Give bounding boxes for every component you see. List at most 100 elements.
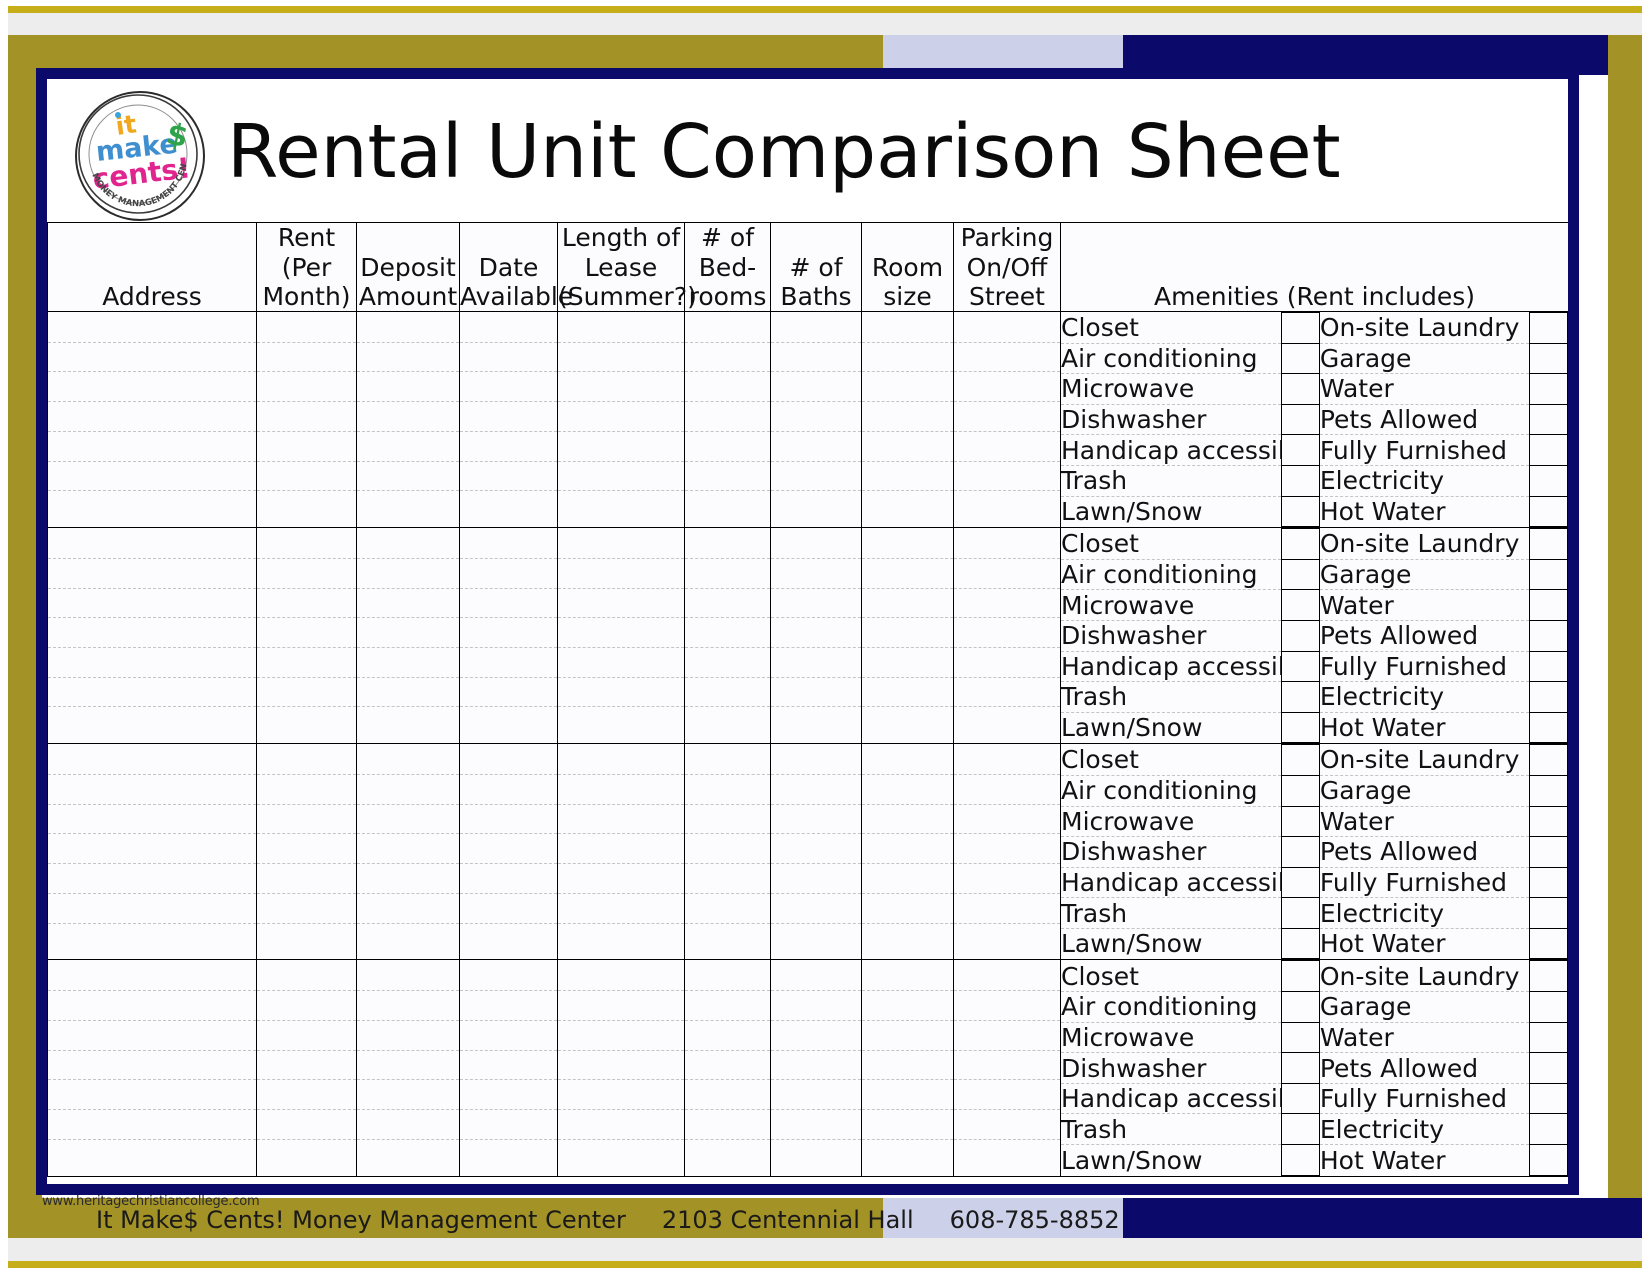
amenity-checkbox-left[interactable] <box>1282 1114 1320 1145</box>
amenity-checkbox-left[interactable] <box>1282 1022 1320 1053</box>
amenity-checkbox-left[interactable] <box>1282 898 1320 929</box>
amenity-checkbox-right[interactable] <box>1530 867 1568 898</box>
amenity-checkbox-right[interactable] <box>1530 806 1568 837</box>
cell-date-available[interactable] <box>460 960 558 1176</box>
amenity-checkbox-right[interactable] <box>1530 1083 1568 1114</box>
amenity-checkbox-left[interactable] <box>1282 559 1320 590</box>
amenity-checkbox-right[interactable] <box>1530 559 1568 590</box>
amenity-checkbox-right[interactable] <box>1530 529 1568 560</box>
cell-num-bedrooms[interactable] <box>685 312 771 528</box>
cell-rent-per-month[interactable] <box>257 312 357 528</box>
cell-address[interactable] <box>48 312 257 528</box>
cell-date-available[interactable] <box>460 744 558 960</box>
amenity-checkbox-left[interactable] <box>1282 806 1320 837</box>
cell-room-size[interactable] <box>862 744 954 960</box>
cell-address[interactable] <box>48 528 257 744</box>
cell-deposit-amount[interactable] <box>357 312 460 528</box>
cell-num-baths[interactable] <box>771 744 862 960</box>
amenity-row: DishwasherPets Allowed <box>1061 837 1568 868</box>
amenity-checkbox-left[interactable] <box>1282 496 1320 527</box>
amenity-checkbox-left[interactable] <box>1282 961 1320 992</box>
amenity-checkbox-right[interactable] <box>1530 374 1568 405</box>
cell-rent-per-month[interactable] <box>257 960 357 1176</box>
amenity-checkbox-left[interactable] <box>1282 745 1320 776</box>
amenity-checkbox-right[interactable] <box>1530 435 1568 466</box>
amenity-checkbox-left[interactable] <box>1282 1053 1320 1084</box>
amenity-checkbox-left[interactable] <box>1282 313 1320 344</box>
amenity-checkbox-left[interactable] <box>1282 590 1320 621</box>
cell-parking[interactable] <box>954 528 1061 744</box>
amenity-checkbox-right[interactable] <box>1530 745 1568 776</box>
cell-date-available[interactable] <box>460 528 558 744</box>
amenity-checkbox-right[interactable] <box>1530 1114 1568 1145</box>
amenity-checkbox-right[interactable] <box>1530 1145 1568 1176</box>
amenity-checkbox-left[interactable] <box>1282 1145 1320 1176</box>
cell-address[interactable] <box>48 744 257 960</box>
amenity-checkbox-right[interactable] <box>1530 992 1568 1023</box>
amenity-checkbox-left[interactable] <box>1282 404 1320 435</box>
amenity-checkbox-right[interactable] <box>1530 961 1568 992</box>
cell-rule-lines <box>771 312 861 527</box>
amenity-checkbox-left[interactable] <box>1282 867 1320 898</box>
amenity-row: Air conditioningGarage <box>1061 992 1568 1023</box>
amenity-checkbox-left[interactable] <box>1282 465 1320 496</box>
amenity-checkbox-left[interactable] <box>1282 837 1320 868</box>
cell-deposit-amount[interactable] <box>357 528 460 744</box>
cell-num-baths[interactable] <box>771 528 862 744</box>
amenity-checkbox-right[interactable] <box>1530 590 1568 621</box>
cell-num-bedrooms[interactable] <box>685 960 771 1176</box>
amenity-checkbox-left[interactable] <box>1282 620 1320 651</box>
cell-rent-per-month[interactable] <box>257 744 357 960</box>
col-header-line: Amenities (Rent includes) <box>1061 282 1568 311</box>
cell-deposit-amount[interactable] <box>357 744 460 960</box>
cell-length-of-lease[interactable] <box>558 312 685 528</box>
amenity-checkbox-right[interactable] <box>1530 1053 1568 1084</box>
amenity-checkbox-left[interactable] <box>1282 343 1320 374</box>
cell-date-available[interactable] <box>460 312 558 528</box>
cell-room-size[interactable] <box>862 312 954 528</box>
amenity-checkbox-right[interactable] <box>1530 313 1568 344</box>
cell-parking[interactable] <box>954 960 1061 1176</box>
cell-rule-line <box>771 342 861 343</box>
amenity-checkbox-right[interactable] <box>1530 620 1568 651</box>
amenity-checkbox-right[interactable] <box>1530 928 1568 959</box>
cell-length-of-lease[interactable] <box>558 960 685 1176</box>
amenity-checkbox-left[interactable] <box>1282 374 1320 405</box>
cell-parking[interactable] <box>954 744 1061 960</box>
amenity-checkbox-right[interactable] <box>1530 465 1568 496</box>
amenity-checkbox-left[interactable] <box>1282 712 1320 743</box>
amenity-checkbox-left[interactable] <box>1282 435 1320 466</box>
amenity-checkbox-left[interactable] <box>1282 1083 1320 1114</box>
cell-length-of-lease[interactable] <box>558 528 685 744</box>
cell-num-baths[interactable] <box>771 312 862 528</box>
amenity-checkbox-right[interactable] <box>1530 496 1568 527</box>
cell-parking[interactable] <box>954 312 1061 528</box>
amenity-checkbox-left[interactable] <box>1282 651 1320 682</box>
amenity-checkbox-right[interactable] <box>1530 651 1568 682</box>
amenity-checkbox-right[interactable] <box>1530 682 1568 713</box>
amenity-checkbox-left[interactable] <box>1282 928 1320 959</box>
amenity-label-right: Pets Allowed <box>1319 404 1530 435</box>
cell-length-of-lease[interactable] <box>558 744 685 960</box>
amenity-checkbox-right[interactable] <box>1530 775 1568 806</box>
cell-address[interactable] <box>48 960 257 1176</box>
cell-room-size[interactable] <box>862 528 954 744</box>
cell-rule-line <box>460 863 557 864</box>
amenity-row: Air conditioningGarage <box>1061 343 1568 374</box>
amenity-checkbox-right[interactable] <box>1530 712 1568 743</box>
amenity-checkbox-left[interactable] <box>1282 682 1320 713</box>
cell-rent-per-month[interactable] <box>257 528 357 744</box>
cell-num-baths[interactable] <box>771 960 862 1176</box>
amenity-checkbox-right[interactable] <box>1530 1022 1568 1053</box>
amenity-checkbox-left[interactable] <box>1282 775 1320 806</box>
cell-room-size[interactable] <box>862 960 954 1176</box>
amenity-checkbox-right[interactable] <box>1530 343 1568 374</box>
amenity-checkbox-left[interactable] <box>1282 529 1320 560</box>
amenity-checkbox-right[interactable] <box>1530 404 1568 435</box>
cell-num-bedrooms[interactable] <box>685 528 771 744</box>
cell-num-bedrooms[interactable] <box>685 744 771 960</box>
cell-deposit-amount[interactable] <box>357 960 460 1176</box>
amenity-checkbox-right[interactable] <box>1530 898 1568 929</box>
amenity-checkbox-right[interactable] <box>1530 837 1568 868</box>
amenity-checkbox-left[interactable] <box>1282 992 1320 1023</box>
